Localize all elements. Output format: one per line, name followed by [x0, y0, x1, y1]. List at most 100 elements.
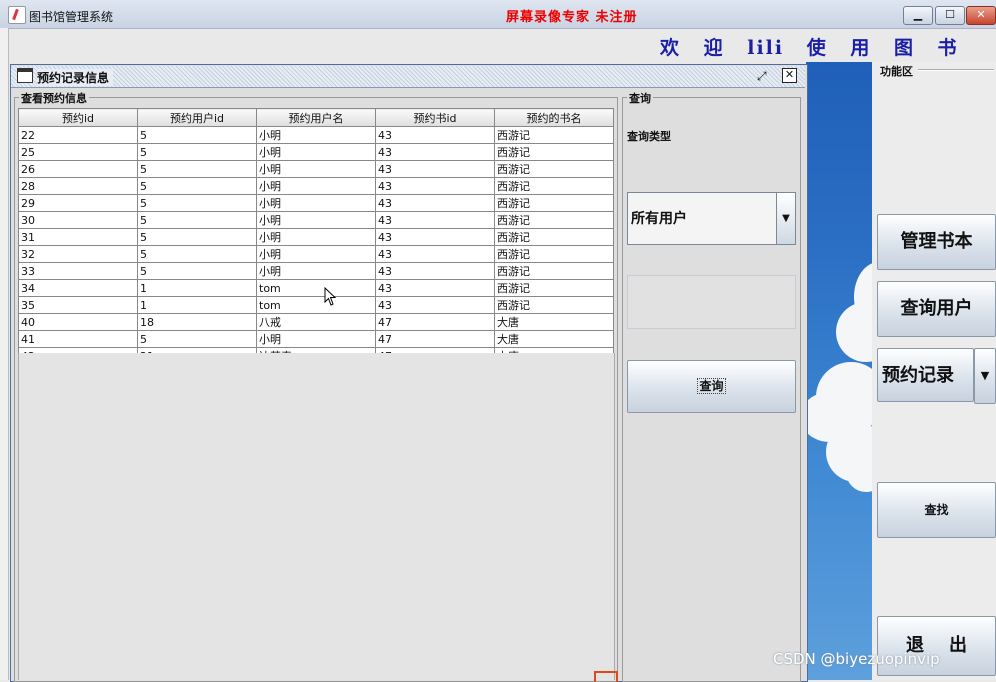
table-cell[interactable]: 大唐: [494, 330, 614, 348]
table-cell[interactable]: 43: [375, 211, 495, 229]
table-cell[interactable]: 5: [137, 194, 257, 212]
table-cell[interactable]: 43: [375, 143, 495, 161]
table-cell[interactable]: tom: [256, 279, 376, 297]
reservations-combo[interactable]: 预约记录: [877, 348, 974, 402]
window-left-edge: [0, 28, 9, 680]
table-cell[interactable]: 43: [375, 296, 495, 314]
table-cell[interactable]: 35: [18, 296, 138, 314]
table-cell[interactable]: 5: [137, 177, 257, 195]
table-cell[interactable]: 小明: [256, 211, 376, 229]
table-cell[interactable]: 5: [137, 211, 257, 229]
frame-icon: [17, 68, 33, 83]
table-cell[interactable]: 小明: [256, 228, 376, 246]
table-cell[interactable]: 33: [18, 262, 138, 280]
table-cell[interactable]: 43: [375, 245, 495, 263]
table-cell[interactable]: 31: [18, 228, 138, 246]
table-cell[interactable]: 5: [137, 143, 257, 161]
table-cell[interactable]: 5: [137, 228, 257, 246]
table-cell[interactable]: 西游记: [494, 160, 614, 178]
window-titlebar: [0, 0, 996, 29]
table-cell[interactable]: 大唐: [494, 313, 614, 331]
table-cell[interactable]: 26: [18, 160, 138, 178]
table-cell[interactable]: 43: [375, 262, 495, 280]
chevron-down-icon[interactable]: ▼: [776, 193, 795, 244]
table-cell[interactable]: 八戒: [256, 313, 376, 331]
table-row[interactable]: 34 1 tom 43 西游记: [18, 279, 614, 297]
table-cell[interactable]: 30: [18, 211, 138, 229]
table-cell[interactable]: 1: [137, 296, 257, 314]
table-cell[interactable]: 41: [18, 330, 138, 348]
table-cell[interactable]: 18: [137, 313, 257, 331]
table-cell[interactable]: 40: [18, 313, 138, 331]
table-cell[interactable]: 5: [137, 160, 257, 178]
query-button[interactable]: 查询: [627, 360, 796, 413]
table-cell[interactable]: 西游记: [494, 211, 614, 229]
table-cell[interactable]: 5: [137, 245, 257, 263]
table-cell[interactable]: 西游记: [494, 262, 614, 280]
table-cell[interactable]: 43: [375, 126, 495, 144]
table-cell[interactable]: 43: [375, 279, 495, 297]
table-row[interactable]: 32 5 小明 43 西游记: [18, 245, 614, 263]
chevron-down-icon[interactable]: ▼: [974, 348, 996, 404]
table-cell[interactable]: 5: [137, 262, 257, 280]
table-row[interactable]: 41 5 小明 47 大唐: [18, 330, 614, 348]
table-cell[interactable]: 小明: [256, 330, 376, 348]
table-cell[interactable]: 西游记: [494, 177, 614, 195]
table-cell[interactable]: 小明: [256, 143, 376, 161]
table-row[interactable]: 40 18 八戒 47 大唐: [18, 313, 614, 331]
table-cell[interactable]: 小明: [256, 245, 376, 263]
table-cell[interactable]: 34: [18, 279, 138, 297]
table-cell[interactable]: 小明: [256, 177, 376, 195]
reservation-frame-titlebar[interactable]: [11, 66, 805, 88]
column-header[interactable]: 预约id: [18, 108, 138, 127]
table-cell[interactable]: 小明: [256, 262, 376, 280]
table-row[interactable]: 25 5 小明 43 西游记: [18, 143, 614, 161]
column-header[interactable]: 预约的书名: [494, 108, 614, 127]
table-cell[interactable]: 28: [18, 177, 138, 195]
table-row[interactable]: 29 5 小明 43 西游记: [18, 194, 614, 212]
table-cell[interactable]: 32: [18, 245, 138, 263]
restore-icon[interactable]: ⤢: [757, 69, 767, 84]
table-cell[interactable]: 西游记: [494, 228, 614, 246]
column-header[interactable]: 预约用户名: [256, 108, 376, 127]
table-cell[interactable]: 43: [375, 160, 495, 178]
table-cell[interactable]: 47: [375, 313, 495, 331]
table-cell[interactable]: 小明: [256, 126, 376, 144]
table-cell[interactable]: 5: [137, 126, 257, 144]
maximize-button[interactable]: ☐: [935, 6, 965, 25]
table-cell[interactable]: tom: [256, 296, 376, 314]
close-icon[interactable]: ✕: [782, 68, 797, 83]
manage-books-button[interactable]: 管理书本: [877, 214, 996, 270]
table-cell[interactable]: 29: [18, 194, 138, 212]
table-cell[interactable]: 1: [137, 279, 257, 297]
table-cell[interactable]: 西游记: [494, 279, 614, 297]
minimize-button[interactable]: ▁: [903, 6, 933, 25]
table-cell[interactable]: 西游记: [494, 245, 614, 263]
table-cell[interactable]: 西游记: [494, 126, 614, 144]
table-cell[interactable]: 西游记: [494, 194, 614, 212]
table-cell[interactable]: 22: [18, 126, 138, 144]
table-cell[interactable]: 25: [18, 143, 138, 161]
table-cell[interactable]: 小明: [256, 160, 376, 178]
table-cell[interactable]: 5: [137, 330, 257, 348]
table-row[interactable]: 31 5 小明 43 西游记: [18, 228, 614, 246]
table-row[interactable]: 35 1 tom 43 西游记: [18, 296, 614, 314]
table-cell[interactable]: 西游记: [494, 143, 614, 161]
table-cell[interactable]: 43: [375, 228, 495, 246]
table-row[interactable]: 26 5 小明 43 西游记: [18, 160, 614, 178]
table-cell[interactable]: 小明: [256, 194, 376, 212]
query-input[interactable]: [627, 275, 796, 329]
table-row[interactable]: 33 5 小明 43 西游记: [18, 262, 614, 280]
table-cell[interactable]: 西游记: [494, 296, 614, 314]
table-row[interactable]: 30 5 小明 43 西游记: [18, 211, 614, 229]
table-cell[interactable]: 43: [375, 194, 495, 212]
table-row[interactable]: 28 5 小明 43 西游记: [18, 177, 614, 195]
table-cell[interactable]: 47: [375, 330, 495, 348]
close-window-button[interactable]: ✕: [966, 6, 996, 25]
find-button[interactable]: 查找: [877, 482, 996, 538]
table-row[interactable]: 22 5 小明 43 西游记: [18, 126, 614, 144]
query-users-button[interactable]: 查询用户: [877, 281, 996, 337]
column-header[interactable]: 预约用户id: [137, 108, 257, 127]
column-header[interactable]: 预约书id: [375, 108, 495, 127]
table-cell[interactable]: 43: [375, 177, 495, 195]
